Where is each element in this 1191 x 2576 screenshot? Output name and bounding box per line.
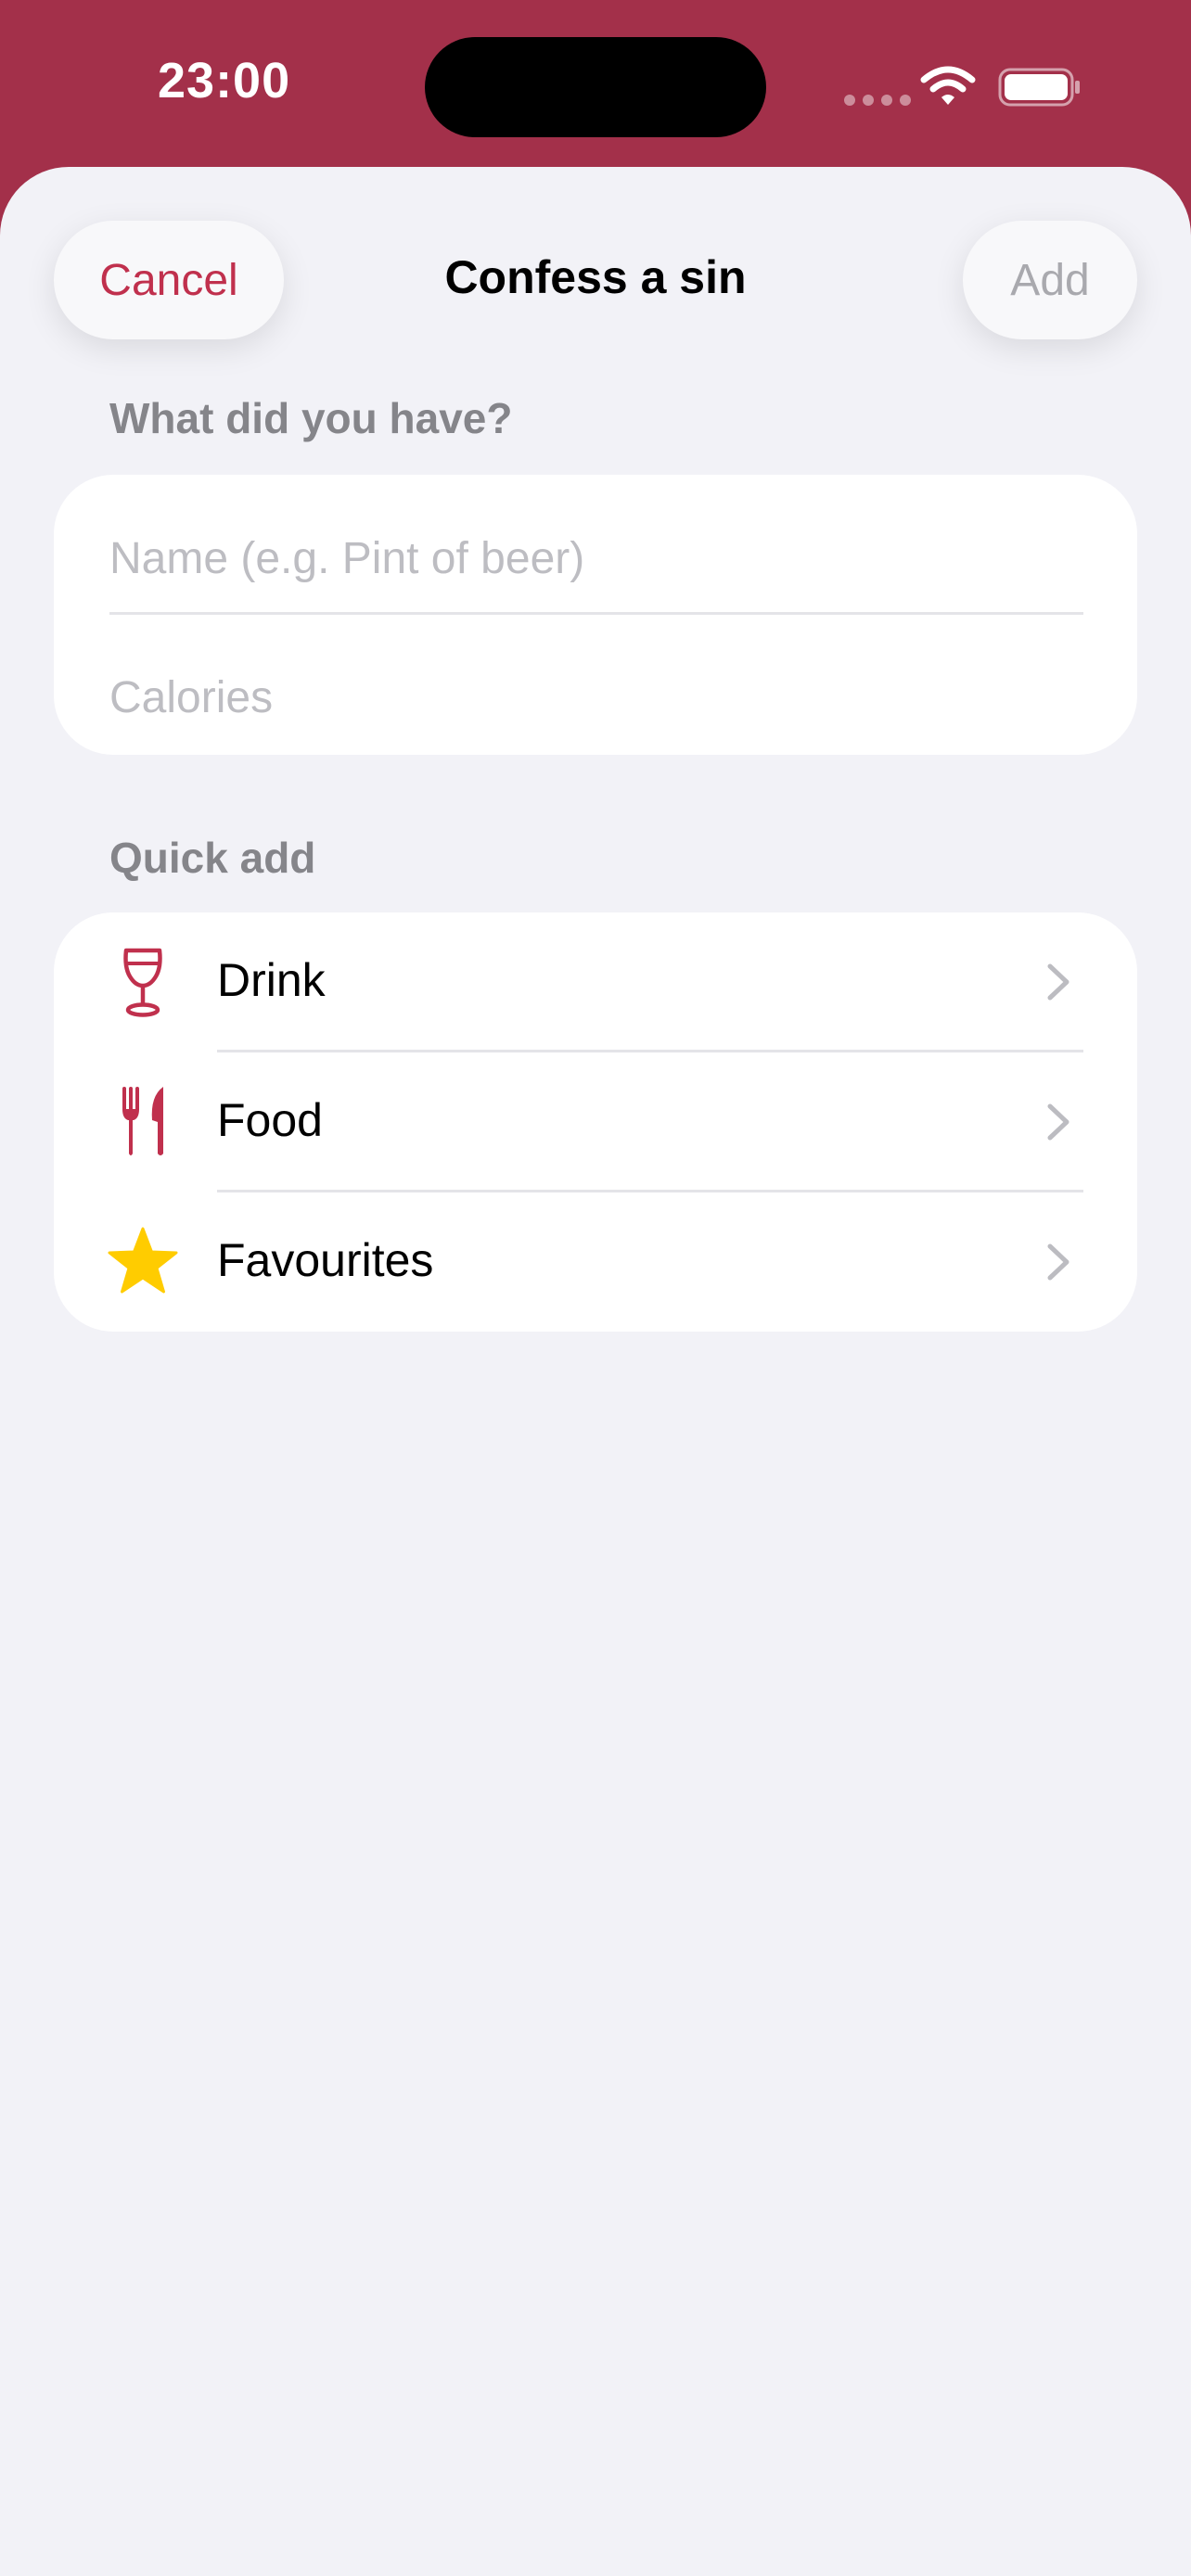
quick-add-item-favourites[interactable]: Favourites	[54, 1192, 1137, 1332]
quick-add-item-drink[interactable]: Drink	[54, 912, 1137, 1052]
quick-add-item-food[interactable]: Food	[54, 1052, 1137, 1192]
quick-add-card: Drink Food Favourites	[54, 912, 1137, 1332]
calories-input[interactable]	[109, 642, 1082, 753]
quick-add-item-label: Favourites	[217, 1234, 434, 1286]
fork-knife-icon	[122, 1087, 163, 1155]
star-icon	[108, 1227, 178, 1294]
wifi-icon	[920, 66, 976, 105]
section-header-what-did-you-have: What did you have?	[109, 394, 513, 442]
quick-add-item-label: Food	[217, 1094, 323, 1146]
section-header-quick-add: Quick add	[109, 834, 316, 882]
battery-icon	[998, 68, 1080, 107]
status-time: 23:00	[158, 53, 291, 108]
signal-dots-icon	[844, 95, 911, 106]
status-bar: 23:00	[0, 0, 1191, 167]
chevron-right-icon	[1047, 1103, 1069, 1141]
chevron-right-icon	[1047, 1243, 1069, 1281]
add-entry-sheet: Cancel Confess a sin Add What did you ha…	[0, 167, 1191, 2576]
name-input[interactable]	[109, 503, 1082, 614]
add-button[interactable]: Add	[963, 221, 1137, 339]
quick-add-item-label: Drink	[217, 954, 326, 1006]
dynamic-island	[425, 37, 766, 137]
chevron-right-icon	[1047, 963, 1069, 1001]
wine-glass-icon	[123, 948, 162, 1017]
entry-form-card	[54, 475, 1137, 755]
form-divider	[109, 612, 1083, 615]
